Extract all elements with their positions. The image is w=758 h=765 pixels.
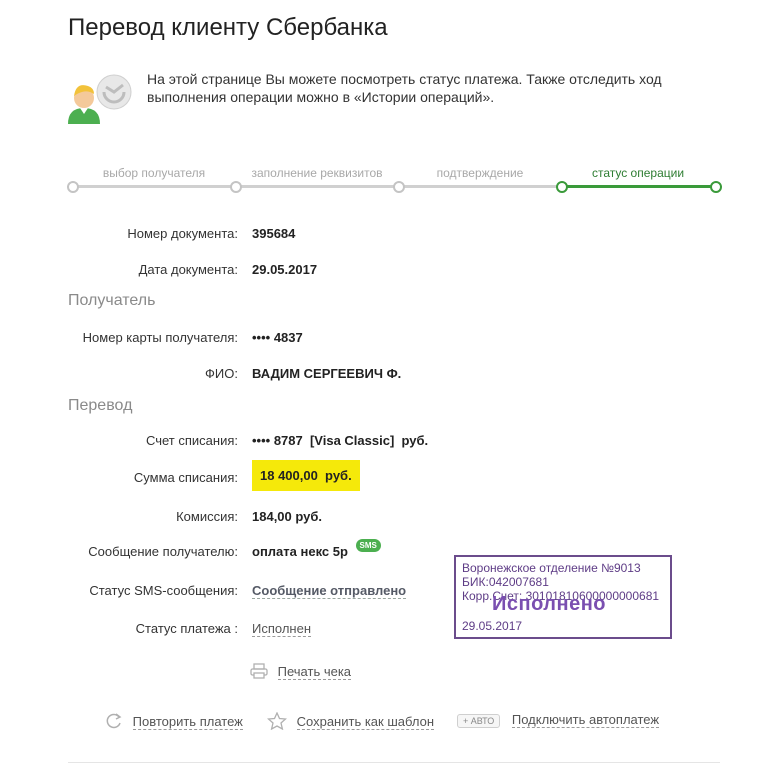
document-date-row: Дата документа: 29.05.2017: [0, 262, 758, 282]
step-dot: [393, 181, 405, 193]
repeat-icon: [105, 712, 123, 733]
step-dot-active: [710, 181, 722, 193]
repeat-payment-label: Повторить платеж: [132, 713, 243, 730]
fee-row: Комиссия: 184,00 руб.: [0, 509, 758, 529]
step-label: заполнение реквизитов: [251, 166, 383, 180]
page-title: Перевод клиенту Сбербанка: [68, 14, 388, 41]
debit-amount-row: Сумма списания: 18 400,00 руб.: [0, 460, 758, 491]
recipient-card-value: •••• 4837: [252, 330, 303, 345]
actions-bar: Повторить платеж Сохранить как шаблон + …: [105, 711, 725, 736]
stamp-status: Исполнено: [492, 593, 607, 615]
recipient-name-value: ВАДИМ СЕРГЕЕВИЧ Ф.: [252, 366, 402, 381]
connect-autopay-label: Подключить автоплатеж: [511, 712, 660, 728]
step-dot: [67, 181, 79, 193]
step-label: выбор получателя: [102, 166, 206, 180]
repeat-payment-button[interactable]: Повторить платеж: [105, 712, 243, 733]
bank-stamp: Воронежское отделение №9013 БИК:04200768…: [454, 555, 672, 639]
message-value-wrap: оплата некс 5р SMS: [252, 539, 381, 560]
document-number-row: Номер документа: 395684: [0, 226, 758, 246]
print-receipt-button[interactable]: Печать чека: [250, 663, 352, 682]
recipient-card-row: Номер карты получателя: •••• 4837: [0, 330, 758, 350]
print-receipt-label: Печать чека: [277, 663, 352, 680]
payment-status-link[interactable]: Исполнен: [252, 621, 312, 637]
document-number-label: Номер документа:: [127, 226, 238, 241]
save-template-label: Сохранить как шаблон: [296, 713, 435, 730]
recipient-name-row: ФИО: ВАДИМ СЕРГЕЕВИЧ Ф.: [0, 366, 758, 386]
step-label-active: статус операции: [591, 166, 685, 180]
debit-amount-label: Сумма списания:: [133, 470, 238, 485]
intro-text: На этой странице Вы можете посмотреть ст…: [147, 71, 662, 105]
transfer-section-title: Перевод: [68, 397, 133, 414]
message-label: Сообщение получателю:: [88, 544, 238, 559]
payment-status-value-wrap: Исполнен: [252, 621, 312, 637]
sms-status-label: Статус SMS-сообщения:: [89, 583, 238, 598]
step-dot: [230, 181, 242, 193]
sms-badge-icon: SMS: [355, 539, 381, 552]
connect-autopay-button[interactable]: + АВТО Подключить автоплатеж: [457, 712, 660, 728]
step-label: подтверждение: [436, 166, 524, 180]
document-date-label: Дата документа:: [138, 262, 238, 277]
fee-label: Комиссия:: [176, 509, 238, 524]
fee-value: 184,00 руб.: [252, 509, 323, 524]
step-line-active: [561, 185, 715, 188]
debit-account-label: Счет списания:: [145, 433, 238, 448]
payment-status-label: Статус платежа :: [135, 621, 238, 636]
recipient-section-title: Получатель: [68, 292, 156, 309]
recipient-card-label: Номер карты получателя:: [82, 330, 238, 345]
debit-account-row: Счет списания: •••• 8787 [Visa Classic] …: [0, 433, 758, 453]
progress-steps: выбор получателя заполнение реквизитов п…: [67, 160, 722, 200]
sms-status-value-wrap: Сообщение отправлено: [252, 583, 407, 599]
auto-badge-icon: + АВТО: [457, 713, 501, 728]
user-sberbank-icon: [66, 66, 136, 126]
stamp-date: 29.05.2017: [462, 619, 523, 633]
message-value: оплата некс 5р: [252, 544, 348, 559]
star-icon: [266, 711, 288, 733]
step-line-inactive: [72, 185, 561, 188]
document-date-value: 29.05.2017: [252, 262, 318, 277]
save-template-button[interactable]: Сохранить как шаблон: [266, 711, 435, 733]
printer-icon: [250, 663, 268, 682]
recipient-name-label: ФИО:: [205, 366, 238, 381]
bottom-divider: [68, 762, 720, 763]
sms-status-link[interactable]: Сообщение отправлено: [252, 583, 407, 599]
debit-amount-value: 18 400,00 руб.: [252, 460, 360, 491]
step-dot-active: [556, 181, 568, 193]
debit-account-value: •••• 8787 [Visa Classic] руб.: [252, 433, 429, 448]
document-number-value: 395684: [252, 226, 296, 241]
stamp-branch: Воронежское отделение №9013: [462, 561, 641, 575]
stamp-bik: БИК:042007681: [462, 575, 549, 589]
